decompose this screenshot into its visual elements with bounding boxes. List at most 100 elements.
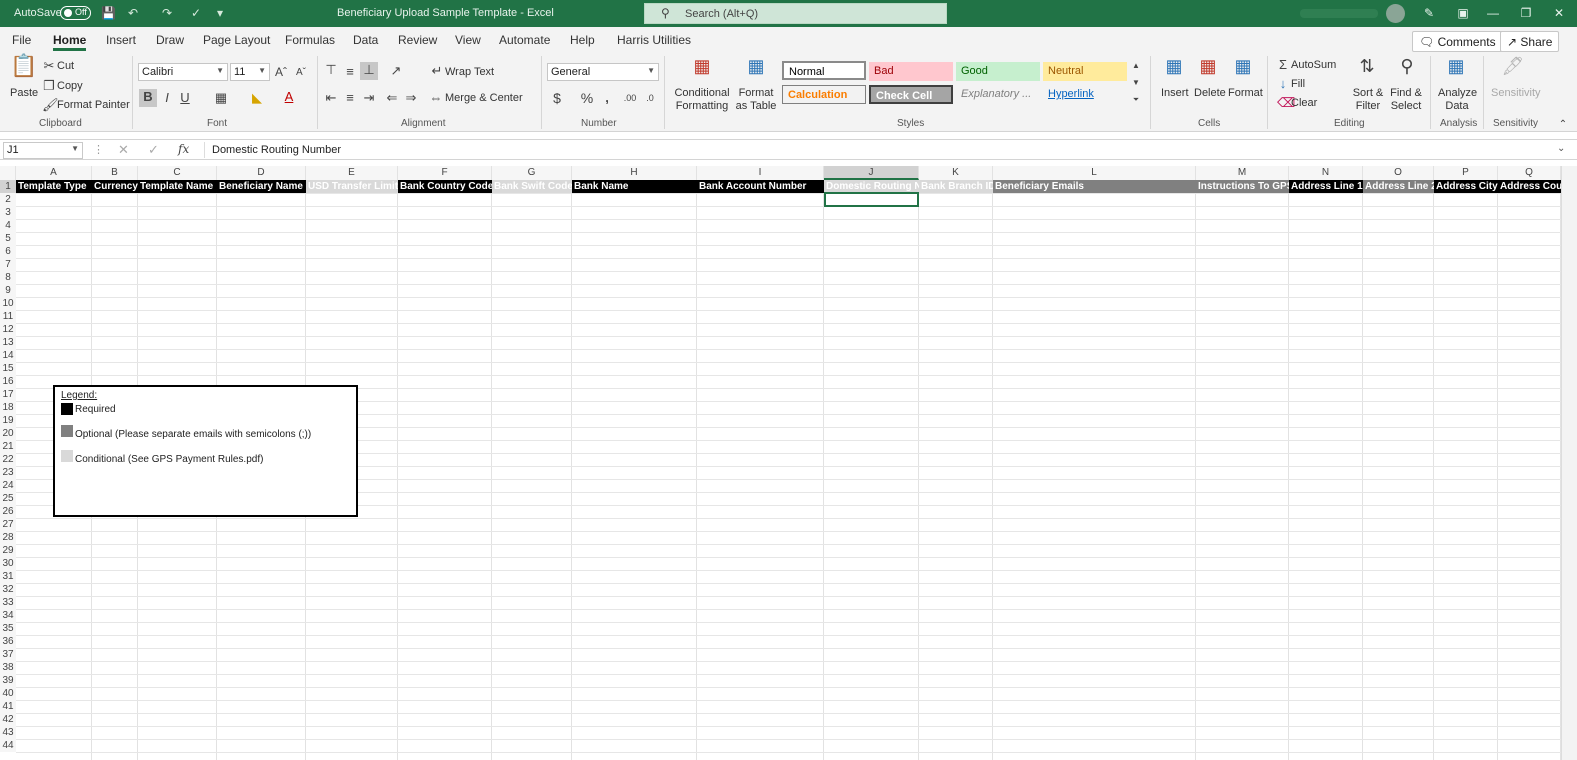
style-neutral[interactable]: Neutral <box>1043 62 1127 81</box>
header-cell-k[interactable]: Bank Branch ID <box>919 180 993 193</box>
save-icon[interactable]: 💾 <box>101 6 116 20</box>
percent-icon[interactable]: % <box>580 90 594 106</box>
column-header-d[interactable]: D <box>217 166 306 180</box>
column-header-l[interactable]: L <box>993 166 1196 180</box>
column-header-n[interactable]: N <box>1289 166 1363 180</box>
header-cell-g[interactable]: Bank Swift Code <box>492 180 572 193</box>
tab-home[interactable]: Home <box>53 33 86 47</box>
styles-scroll-up-icon[interactable]: ▲ <box>1130 58 1142 74</box>
analyze-data-button[interactable]: Analyze Data <box>1438 87 1477 113</box>
increase-decimal-icon[interactable]: .00 <box>622 90 638 106</box>
minimize-icon[interactable]: — <box>1485 5 1501 21</box>
autosum-icon[interactable]: Σ <box>1277 57 1289 73</box>
row-header-7[interactable]: 7 <box>0 258 16 271</box>
tab-help[interactable]: Help <box>570 33 595 47</box>
header-cell-i[interactable]: Bank Account Number <box>697 180 824 193</box>
search-box[interactable]: ⚲ Search (Alt+Q) <box>644 3 947 24</box>
header-cell-n[interactable]: Address Line 1 <box>1289 180 1363 193</box>
undo-icon[interactable]: ↶ <box>126 6 140 20</box>
header-cell-e[interactable]: USD Transfer Limit <box>306 180 398 193</box>
row-header-16[interactable]: 16 <box>0 375 16 388</box>
row-header-10[interactable]: 10 <box>0 297 16 310</box>
worksheet-grid[interactable]: ABCDEFGHIJKLMNOPQ 1 2 3 4 5 6 7 8 9 10 11 12 13 14 15 1… <box>0 166 1577 760</box>
customize-qat-icon[interactable]: ▾ <box>213 6 227 20</box>
decrease-font-icon[interactable]: Aˇ <box>294 65 308 81</box>
row-header-21[interactable]: 21 <box>0 440 16 453</box>
paste-icon[interactable]: 📋 <box>10 55 37 77</box>
find-icon[interactable]: ⚲ <box>1395 57 1419 75</box>
column-header-h[interactable]: H <box>572 166 697 180</box>
align-top-icon[interactable]: ⊤ <box>324 62 338 78</box>
style-bad[interactable]: Bad <box>869 62 953 81</box>
fill-button[interactable]: Fill <box>1291 78 1305 90</box>
column-header-q[interactable]: Q <box>1498 166 1561 180</box>
align-bottom-icon[interactable]: ⊥ <box>360 62 378 80</box>
row-header-26[interactable]: 26 <box>0 505 16 518</box>
close-icon[interactable]: ✕ <box>1551 5 1567 21</box>
header-cell-l[interactable]: Beneficiary Emails <box>993 180 1196 193</box>
find-select-button[interactable]: Find & Select <box>1388 87 1424 113</box>
row-header-25[interactable]: 25 <box>0 492 16 505</box>
copy-button[interactable]: Copy <box>57 80 83 92</box>
align-middle-icon[interactable]: ≡ <box>343 64 357 80</box>
style-good[interactable]: Good <box>956 62 1040 81</box>
sort-filter-button[interactable]: Sort & Filter <box>1351 87 1385 113</box>
delete-cells-button[interactable]: Delete <box>1194 87 1226 99</box>
row-header-13[interactable]: 13 <box>0 336 16 349</box>
header-cell-d[interactable]: Beneficiary Name <box>217 180 306 193</box>
column-header-b[interactable]: B <box>92 166 138 180</box>
tab-page-layout[interactable]: Page Layout <box>203 33 270 47</box>
cancel-icon[interactable]: ✕ <box>118 142 129 158</box>
font-name-dropdown[interactable]: Calibri ▼ <box>138 63 228 81</box>
tab-harris-utilities[interactable]: Harris Utilities <box>617 33 691 47</box>
conditional-formatting-icon[interactable]: ▦ <box>690 57 714 75</box>
cut-icon[interactable]: ✂ <box>42 58 56 74</box>
column-header-j[interactable]: J <box>824 166 919 180</box>
paste-button[interactable]: Paste <box>10 87 38 99</box>
share-button[interactable]: ↗ Share <box>1500 31 1560 52</box>
format-painter-icon[interactable]: 🖌 <box>42 97 59 113</box>
number-format-dropdown[interactable]: General ▼ <box>547 63 659 81</box>
sensitivity-icon[interactable]: 🖋 <box>1501 57 1525 75</box>
styles-more-icon[interactable]: ⏷ <box>1130 92 1142 108</box>
header-cell-m[interactable]: Instructions To GPS <box>1196 180 1289 193</box>
row-header-9[interactable]: 9 <box>0 284 16 297</box>
row-header-41[interactable]: 41 <box>0 700 16 713</box>
tab-review[interactable]: Review <box>398 33 437 47</box>
row-header-20[interactable]: 20 <box>0 427 16 440</box>
column-header-i[interactable]: I <box>697 166 824 180</box>
column-header-e[interactable]: E <box>306 166 398 180</box>
collapse-ribbon-icon[interactable]: ⌃ <box>1557 117 1569 133</box>
row-header-22[interactable]: 22 <box>0 453 16 466</box>
header-cell-f[interactable]: Bank Country Code <box>398 180 492 193</box>
insert-cells-icon[interactable]: ▦ <box>1162 57 1186 75</box>
increase-indent-icon[interactable]: ⇒ <box>404 90 418 106</box>
style-hyperlink[interactable]: Hyperlink <box>1043 85 1127 104</box>
sensitivity-button[interactable]: Sensitivity <box>1491 87 1541 99</box>
align-left-icon[interactable]: ⇤ <box>324 90 338 106</box>
fill-color-icon[interactable]: ◣ <box>250 90 264 106</box>
row-header-11[interactable]: 11 <box>0 310 16 323</box>
column-header-f[interactable]: F <box>398 166 492 180</box>
autosave-toggle[interactable]: Off <box>60 6 91 20</box>
decrease-indent-icon[interactable]: ⇐ <box>385 90 399 106</box>
format-painter-button[interactable]: Format Painter <box>57 99 130 111</box>
row-header-42[interactable]: 42 <box>0 713 16 726</box>
row-header-17[interactable]: 17 <box>0 388 16 401</box>
column-header-c[interactable]: C <box>138 166 217 180</box>
row-header-40[interactable]: 40 <box>0 687 16 700</box>
tab-formulas[interactable]: Formulas <box>285 33 335 47</box>
row-header-34[interactable]: 34 <box>0 609 16 622</box>
row-header-3[interactable]: 3 <box>0 206 16 219</box>
row-header-2[interactable]: 2 <box>0 193 16 206</box>
bold-button[interactable]: B <box>139 89 157 107</box>
analyze-data-icon[interactable]: ▦ <box>1444 57 1468 75</box>
selected-cell[interactable] <box>824 192 919 207</box>
row-header-30[interactable]: 30 <box>0 557 16 570</box>
row-header-39[interactable]: 39 <box>0 674 16 687</box>
row-header-31[interactable]: 31 <box>0 570 16 583</box>
column-header-a[interactable]: A <box>16 166 92 180</box>
clear-button[interactable]: Clear <box>1291 97 1317 109</box>
align-center-icon[interactable]: ≡ <box>343 90 357 106</box>
row-header-12[interactable]: 12 <box>0 323 16 336</box>
